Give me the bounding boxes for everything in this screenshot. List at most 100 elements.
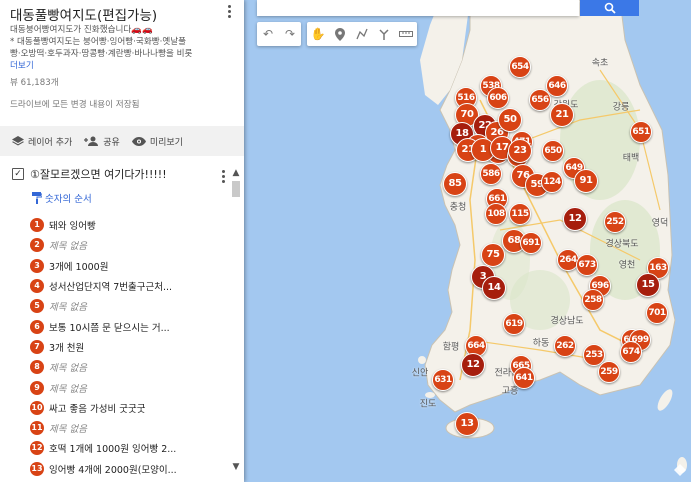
- map-place-label: 경상북도: [605, 239, 639, 250]
- map-marker[interactable]: 259: [598, 361, 620, 383]
- map-title[interactable]: 대동풀빵여지도(편집가능): [10, 4, 157, 24]
- map-place-label: 속초: [591, 58, 609, 69]
- place-title: 돼와 잉어빵: [49, 221, 96, 233]
- place-number-badge: 6: [30, 319, 44, 334]
- map-marker[interactable]: 619: [503, 313, 525, 335]
- map-marker[interactable]: 606: [487, 87, 509, 109]
- map-marker[interactable]: 252: [604, 211, 626, 233]
- place-number-badge: 5: [30, 299, 44, 314]
- undo-redo-group: ↶ ↷: [257, 22, 301, 46]
- map-marker[interactable]: 50: [498, 108, 522, 132]
- list-item[interactable]: 3 3개에 1000원: [30, 256, 230, 276]
- list-item[interactable]: 11 제목 없음: [30, 418, 230, 438]
- directions-icon[interactable]: [373, 22, 395, 46]
- map-marker[interactable]: 586: [480, 163, 502, 185]
- map-marker[interactable]: 12: [563, 207, 587, 231]
- search-button[interactable]: [580, 0, 639, 16]
- map-place-label: 영덕: [651, 218, 669, 229]
- map-marker[interactable]: 15: [636, 273, 660, 297]
- marker-icon[interactable]: [329, 22, 351, 46]
- list-item[interactable]: 5 제목 없음: [30, 296, 230, 316]
- map-marker[interactable]: 641: [513, 367, 535, 389]
- add-layer-button[interactable]: 레이어 추가: [12, 135, 72, 148]
- map-marker[interactable]: 75: [481, 243, 505, 267]
- island: [418, 356, 426, 364]
- place-number-badge: 4: [30, 279, 44, 294]
- map-search-input[interactable]: [257, 0, 579, 16]
- map-marker[interactable]: 673: [576, 254, 598, 276]
- map-marker[interactable]: 631: [432, 369, 454, 391]
- scroll-down-icon[interactable]: ▼: [230, 461, 242, 473]
- list-item[interactable]: 7 3개 천원: [30, 337, 230, 357]
- place-title: 제목 없음: [49, 363, 87, 375]
- map-marker[interactable]: 262: [554, 335, 576, 357]
- layer-title[interactable]: ①잘모르겠으면 여기다가!!!!!: [30, 166, 167, 182]
- more-options-icon[interactable]: [222, 2, 236, 20]
- list-item[interactable]: 2 제목 없음: [30, 235, 230, 255]
- layer-options-icon[interactable]: [220, 170, 226, 186]
- island: [657, 389, 673, 411]
- layer-visibility-checkbox[interactable]: ✓: [12, 168, 24, 180]
- map-marker[interactable]: 14: [482, 276, 506, 300]
- list-item[interactable]: 9 제목 없음: [30, 377, 230, 397]
- list-item[interactable]: 1 돼와 잉어빵: [30, 215, 230, 235]
- map-place-label: 신안: [411, 368, 429, 379]
- map-marker[interactable]: 108: [485, 203, 507, 225]
- map-marker[interactable]: 691: [520, 232, 542, 254]
- map-marker[interactable]: 115: [509, 203, 531, 225]
- map-side-panel: 대동풀빵여지도(편집가능) 대동붕어빵여지도가 진화했습니다🚗🚗 * 대동풀빵여…: [0, 0, 244, 482]
- eye-icon: [131, 136, 146, 146]
- map-marker[interactable]: 124: [541, 171, 563, 193]
- map-marker[interactable]: 650: [542, 140, 564, 162]
- map-place-label: 영천: [618, 260, 636, 271]
- map-place-label: 강릉: [612, 102, 630, 113]
- map-marker[interactable]: 12: [461, 353, 485, 377]
- fullscreen-icon[interactable]: [672, 462, 688, 478]
- list-item[interactable]: 10 싸고 좋음 가성비 굿굿굿: [30, 398, 230, 418]
- panel-actions: 레이어 추가 공유 미리보기: [0, 126, 244, 156]
- layer-header[interactable]: ✓ ①잘모르겠으면 여기다가!!!!!: [12, 166, 167, 182]
- map-marker[interactable]: 656: [529, 89, 551, 111]
- scrollbar-thumb[interactable]: [232, 181, 240, 197]
- place-title: 잉어빵 4개에 2000원(모양이...: [49, 464, 177, 476]
- map-marker[interactable]: 91: [574, 169, 598, 193]
- draw-line-icon[interactable]: [351, 22, 373, 46]
- layer-section: ✓ ①잘모르겠으면 여기다가!!!!! 숫자의 순서 1 돼와 잉어빵 2 제목 없음…: [0, 158, 244, 482]
- description-line: 대동붕어빵여지도가 진화했습니다🚗🚗: [10, 25, 153, 35]
- map-marker[interactable]: 258: [582, 289, 604, 311]
- list-item[interactable]: 12 호떡 1개에 1000원 잉어빵 2...: [30, 438, 230, 458]
- place-title: 제목 없음: [49, 302, 87, 314]
- share-button[interactable]: 공유: [84, 135, 120, 148]
- place-number-badge: 10: [30, 400, 44, 415]
- pan-hand-icon[interactable]: ✋: [307, 22, 329, 46]
- list-item[interactable]: 13 잉어빵 4개에 2000원(모양이...: [30, 459, 230, 479]
- map-description[interactable]: 대동붕어빵여지도가 진화했습니다🚗🚗 * 대동풀빵여지도는 붕어빵·잉어빵·국화…: [10, 24, 236, 72]
- more-link[interactable]: 더보기: [10, 60, 236, 72]
- scrollbar[interactable]: ▲ ▼: [230, 167, 242, 473]
- place-number-badge: 7: [30, 339, 44, 354]
- add-layer-label: 레이어 추가: [28, 137, 73, 148]
- map-marker[interactable]: 654: [509, 56, 531, 78]
- map-marker[interactable]: 85: [443, 172, 467, 196]
- map-marker[interactable]: 674: [620, 341, 642, 363]
- place-number-badge: 3: [30, 258, 44, 273]
- map-marker[interactable]: 23: [508, 139, 532, 163]
- preview-button[interactable]: 미리보기: [131, 135, 183, 148]
- scroll-up-icon[interactable]: ▲: [230, 167, 242, 179]
- map-place-label: 진도: [419, 399, 437, 410]
- list-item[interactable]: 4 성서산업단지역 7번출구근처...: [30, 276, 230, 296]
- map-marker[interactable]: 13: [455, 412, 479, 436]
- map-marker[interactable]: 701: [646, 302, 668, 324]
- place-number-badge: 13: [30, 461, 44, 476]
- place-number-badge: 8: [30, 360, 44, 375]
- undo-icon[interactable]: ↶: [257, 22, 279, 46]
- style-by-order-link[interactable]: 숫자의 순서: [32, 191, 92, 205]
- place-title: 제목 없음: [49, 424, 87, 436]
- map-marker[interactable]: 651: [630, 121, 652, 143]
- list-item[interactable]: 8 제목 없음: [30, 357, 230, 377]
- list-item[interactable]: 6 보통 10시쯤 문 닫으시는 거...: [30, 316, 230, 336]
- map-marker[interactable]: 21: [550, 103, 574, 127]
- ruler-icon[interactable]: [395, 22, 417, 46]
- style-by-order-label: 숫자의 순서: [45, 194, 92, 205]
- redo-icon[interactable]: ↷: [279, 22, 301, 46]
